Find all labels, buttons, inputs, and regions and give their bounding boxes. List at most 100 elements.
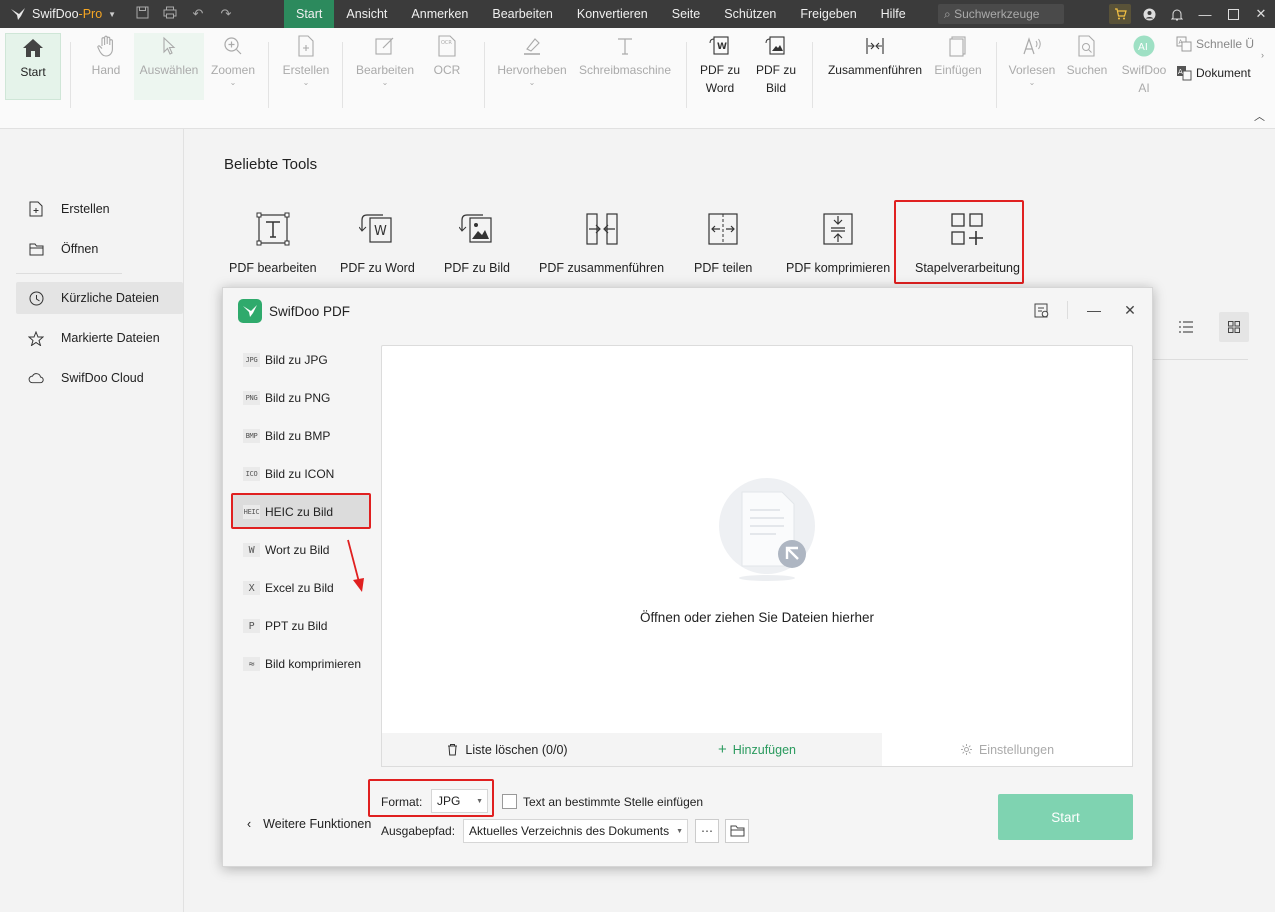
tool-pdf-to-image[interactable]: PDF zu Bild (444, 211, 510, 275)
grid-view-icon[interactable] (1219, 312, 1249, 342)
dialog-item-label: PPT zu Bild (265, 619, 328, 633)
merge-icon (863, 34, 887, 58)
ribbon-divider (686, 42, 687, 108)
collapse-ribbon-icon[interactable]: ︿ (1254, 108, 1265, 124)
undo-icon[interactable]: ↶ (190, 6, 206, 22)
view-mode-toggle (1171, 312, 1249, 342)
sidebar-item-label: SwifDoo Cloud (61, 371, 144, 385)
file-drop-zone[interactable]: Öffnen oder ziehen Sie Dateien hierher (381, 345, 1133, 767)
merge-button[interactable]: Zusammenführen (826, 34, 924, 79)
more-functions-label: Weitere Funktionen (263, 817, 372, 831)
maximize-icon[interactable] (1219, 0, 1247, 28)
zoom-label: Zoomen (210, 63, 256, 77)
open-folder-button[interactable] (725, 819, 749, 843)
output-path-select[interactable]: Aktuelles Verzeichnis des Dokuments ▼ (463, 819, 688, 843)
app-menu[interactable]: SwifDoo-Pro ▼ (0, 7, 128, 21)
task-list-icon[interactable] (1031, 300, 1051, 320)
tool-split-pdf[interactable]: PDF teilen (694, 211, 752, 275)
menu-hilfe[interactable]: Hilfe (869, 0, 918, 28)
sidebar-item-create[interactable]: Erstellen (16, 193, 183, 225)
ai-label-1: SwifDoo (1121, 63, 1167, 77)
dialog-item-image-to-icon[interactable]: ICO Bild zu ICON (233, 457, 369, 491)
notification-bell-icon[interactable] (1163, 0, 1191, 28)
hand-icon (94, 34, 118, 58)
star-icon (28, 330, 44, 346)
add-files-button[interactable]: + Hinzufügen (632, 733, 882, 766)
dialog-item-label: Bild zu PNG (265, 391, 331, 405)
start-button[interactable]: Start (5, 33, 61, 100)
sidebar-item-open[interactable]: Öffnen (16, 233, 183, 265)
tool-edit-pdf[interactable]: PDF bearbeiten (229, 211, 317, 275)
read-aloud-button[interactable]: Vorlesen ⌄ (1008, 34, 1056, 87)
close-icon[interactable]: ✕ (1120, 300, 1140, 320)
create-button[interactable]: Erstellen ⌄ (280, 34, 332, 87)
chevron-down-icon: ⌄ (528, 78, 536, 87)
highlight-button[interactable]: Hervorheben ⌄ (496, 34, 568, 87)
file-list-toolbar: Liste löschen (0/0) + Hinzufügen Einstel… (381, 733, 1133, 767)
dialog-item-image-to-jpg[interactable]: JPG Bild zu JPG (233, 343, 369, 377)
search-button[interactable]: Suchen (1066, 34, 1108, 79)
typewriter-button[interactable]: Schreibmaschine (578, 34, 672, 79)
insert-button[interactable]: Einfügen (933, 34, 983, 79)
sidebar-item-starred[interactable]: Markierte Dateien (16, 322, 183, 354)
ribbon-scroll-right-icon[interactable]: › (1261, 50, 1264, 60)
cloud-icon (28, 370, 44, 386)
quick-translate-button[interactable]: A Schnelle Ü (1176, 36, 1254, 52)
close-icon[interactable]: ✕ (1247, 0, 1275, 28)
zoom-button[interactable]: Zoomen ⌄ (208, 34, 258, 87)
browse-more-button[interactable]: ⋯ (695, 819, 719, 843)
redo-icon[interactable]: ↷ (218, 6, 234, 22)
clear-list-label: Liste löschen (0/0) (465, 742, 568, 757)
menu-bearbeiten[interactable]: Bearbeiten (480, 0, 564, 28)
edit-button[interactable]: Bearbeiten ⌄ (354, 34, 416, 87)
dialog-item-image-to-png[interactable]: PNG Bild zu PNG (233, 381, 369, 415)
menu-seite[interactable]: Seite (660, 0, 713, 28)
tool-merge-pdf[interactable]: PDF zusammenführen (539, 211, 664, 275)
ocr-button[interactable]: OCR OCR (430, 34, 464, 79)
ocr-label: OCR (433, 63, 461, 77)
dialog-item-image-to-bmp[interactable]: BMP Bild zu BMP (233, 419, 369, 453)
more-functions-button[interactable]: ‹ Weitere Funktionen (247, 817, 371, 831)
print-icon[interactable] (162, 6, 178, 22)
menu-ansicht[interactable]: Ansicht (334, 0, 399, 28)
menu-start[interactable]: Start (284, 0, 335, 28)
menu-konvertieren[interactable]: Konvertieren (565, 0, 660, 28)
svg-text:W: W (717, 42, 727, 52)
hand-tool-button[interactable]: Hand (88, 34, 124, 79)
svg-text:W: W (374, 224, 387, 239)
dialog-item-compress-image[interactable]: ≈ Bild komprimieren (233, 647, 369, 681)
cart-icon[interactable] (1109, 4, 1131, 24)
menu-schuetzen[interactable]: Schützen (712, 0, 788, 28)
save-icon[interactable] (134, 6, 150, 22)
select-tool-button[interactable]: Auswählen (134, 33, 204, 100)
sidebar-item-recent[interactable]: Kürzliche Dateien (16, 282, 183, 314)
swifdoo-ai-button[interactable]: AI SwifDoo AI (1118, 34, 1170, 97)
sidebar-item-cloud[interactable]: SwifDoo Cloud (16, 362, 183, 394)
pdf-to-word-button[interactable]: W PDF zu Word (698, 34, 742, 97)
document-translate-button[interactable]: A Dokument (1176, 65, 1251, 81)
pdf-to-image-label-2: Bild (765, 81, 786, 95)
tool-compress-pdf[interactable]: PDF komprimieren (786, 211, 890, 275)
swifdoo-app-icon (238, 299, 262, 323)
typewriter-icon (613, 34, 637, 58)
compress-image-icon: ≈ (243, 657, 260, 671)
list-view-icon[interactable] (1171, 312, 1201, 342)
ico-icon: ICO (243, 467, 260, 481)
insert-text-checkbox[interactable] (502, 794, 517, 809)
pdf-to-image-icon (764, 34, 788, 58)
settings-button[interactable]: Einstellungen (882, 733, 1132, 766)
tool-label: PDF bearbeiten (229, 261, 317, 275)
tool-pdf-to-word[interactable]: W PDF zu Word (340, 211, 415, 275)
tool-search-input[interactable]: ⌕ Suchwerkzeuge (938, 4, 1064, 24)
minimize-icon[interactable]: — (1084, 300, 1104, 320)
dialog-item-ppt-to-image[interactable]: P PPT zu Bild (233, 609, 369, 643)
search-document-icon (1075, 34, 1099, 58)
clear-list-button[interactable]: Liste löschen (0/0) (382, 733, 632, 766)
start-button[interactable]: Start (998, 794, 1133, 840)
pdf-to-image-button[interactable]: PDF zu Bild (754, 34, 798, 97)
menu-freigeben[interactable]: Freigeben (788, 0, 868, 28)
minimize-icon[interactable]: — (1191, 0, 1219, 28)
highlight-annotation-box (368, 779, 494, 817)
user-icon[interactable] (1135, 0, 1163, 28)
menu-anmerken[interactable]: Anmerken (399, 0, 480, 28)
